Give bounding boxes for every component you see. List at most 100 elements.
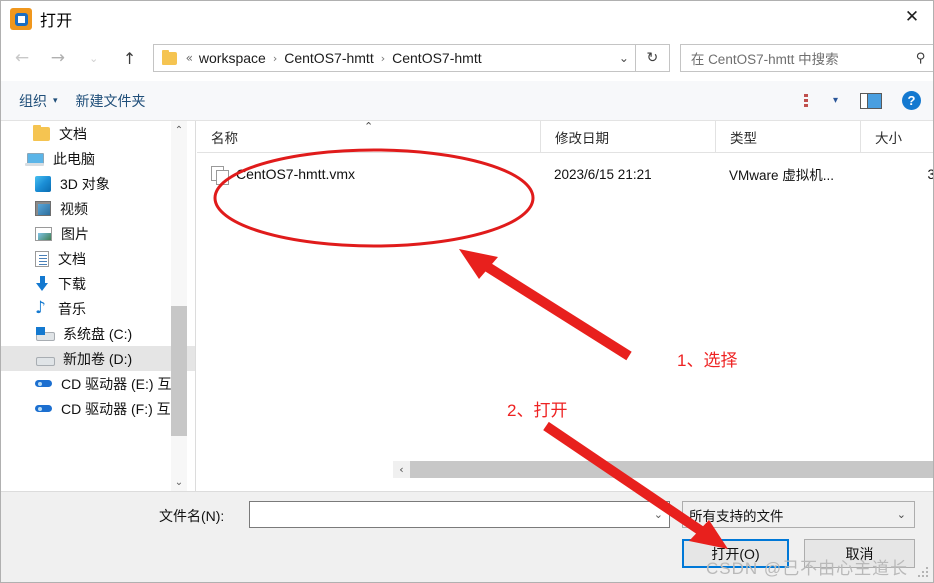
sidebar-item-downloads[interactable]: 下载 xyxy=(1,271,196,296)
chevron-right-icon: › xyxy=(272,51,278,65)
vmx-file-icon xyxy=(211,165,229,185)
filename-label: 文件名(N): xyxy=(159,508,225,524)
command-bar-right: ▾ ? xyxy=(803,91,933,110)
column-headers: 名称 ⌃ 修改日期 类型 大小 xyxy=(197,119,933,153)
videos-icon xyxy=(35,201,51,216)
sidebar-item-cd-drive-e[interactable]: CD 驱动器 (E:) 互 xyxy=(1,371,196,396)
filename-input[interactable]: ⌄ xyxy=(249,501,670,528)
forward-icon[interactable]: → xyxy=(43,43,73,73)
breadcrumb-item-2[interactable]: CentOS7-hmtt xyxy=(392,50,481,66)
up-icon[interactable]: ↑ xyxy=(115,43,145,73)
chevron-down-icon[interactable]: ▾ xyxy=(833,95,838,106)
open-file-dialog: 打开 ✕ ← → ⌄ ↑ « workspace › CentOS7-hmtt … xyxy=(0,0,934,583)
scrollbar-track[interactable] xyxy=(410,461,933,478)
annotation-step-1: 1、选择 xyxy=(677,351,738,370)
this-pc-icon xyxy=(25,152,44,166)
sidebar-item-label: 音乐 xyxy=(58,300,86,317)
organize-button[interactable]: 组织 ▾ xyxy=(19,91,58,111)
navigation-pane: 文档 此电脑 3D 对象 视频 图片 文档 下载 ♪ 音乐 系统盘 (C:) 新… xyxy=(1,121,196,491)
column-header-size[interactable]: 大小 xyxy=(860,120,933,153)
cd-drive-icon xyxy=(35,403,52,414)
sidebar-item-label: 3D 对象 xyxy=(60,175,110,192)
sidebar-item-music[interactable]: ♪ 音乐 xyxy=(1,296,196,321)
scrollbar-thumb[interactable] xyxy=(410,461,933,478)
sidebar-item-label: 此电脑 xyxy=(53,150,95,167)
scroll-down-icon[interactable]: ⌄ xyxy=(171,473,187,491)
3d-objects-icon xyxy=(35,175,51,192)
filetype-select[interactable]: 所有支持的文件 ⌄ xyxy=(682,501,915,528)
sidebar-item-system-drive-c[interactable]: 系统盘 (C:) xyxy=(1,321,196,346)
search-input[interactable]: 在 CentOS7-hmtt 中搜索 ⚲ xyxy=(679,44,933,72)
sidebar-item-label: 图片 xyxy=(61,225,89,242)
sidebar-item-pictures[interactable]: 图片 xyxy=(1,221,196,246)
back-icon[interactable]: ← xyxy=(7,43,37,73)
navigation-bar: ← → ⌄ ↑ « workspace › CentOS7-hmtt › Cen… xyxy=(1,37,933,79)
sidebar-item-label: CD 驱动器 (E:) 互 xyxy=(61,375,172,392)
chevron-down-icon[interactable]: ⌄ xyxy=(654,508,663,521)
new-folder-button[interactable]: 新建文件夹 xyxy=(76,91,146,111)
file-name-cell[interactable]: CentOS7-hmtt.vmx xyxy=(197,165,540,185)
chevron-down-icon: ⌄ xyxy=(896,508,906,521)
sidebar-item-documents[interactable]: 文档 xyxy=(1,246,196,271)
close-icon[interactable]: ✕ xyxy=(889,1,933,33)
watermark: CSDN @己不由心主道长 xyxy=(706,559,909,578)
sidebar-item-label: 系统盘 (C:) xyxy=(63,325,133,342)
system-drive-icon xyxy=(35,327,55,341)
organize-label: 组织 xyxy=(19,92,47,109)
dialog-body: 文档 此电脑 3D 对象 视频 图片 文档 下载 ♪ 音乐 系统盘 (C:) 新… xyxy=(1,119,933,491)
resize-grip[interactable] xyxy=(918,567,930,579)
folder-icon xyxy=(161,49,177,65)
breadcrumb-item-0[interactable]: workspace xyxy=(199,50,266,66)
sidebar-item-documents-quick[interactable]: 文档 xyxy=(1,121,196,146)
filetype-value: 所有支持的文件 xyxy=(689,508,784,524)
breadcrumb-overflow[interactable]: « xyxy=(186,51,193,65)
sidebar-item-label: 文档 xyxy=(58,250,86,267)
chevron-right-icon: › xyxy=(380,51,386,65)
pane-divider xyxy=(195,121,196,491)
sidebar-item-3d-objects[interactable]: 3D 对象 xyxy=(1,171,196,196)
sidebar-scrollbar[interactable]: ⌃ ⌄ xyxy=(171,121,187,491)
recent-locations-icon[interactable]: ⌄ xyxy=(79,43,109,73)
sidebar-item-label: 新加卷 (D:) xyxy=(63,350,133,367)
sidebar-item-cd-drive-f[interactable]: CD 驱动器 (F:) 互 xyxy=(1,396,196,421)
sidebar-item-volume-d[interactable]: 新加卷 (D:) xyxy=(1,346,196,371)
annotation-step-2: 2、打开 xyxy=(507,401,568,420)
sidebar-item-this-pc[interactable]: 此电脑 xyxy=(1,146,196,171)
title-bar: 打开 ✕ xyxy=(1,1,933,37)
command-bar: 组织 ▾ 新建文件夹 ▾ ? xyxy=(1,81,933,121)
scroll-up-icon[interactable]: ⌃ xyxy=(171,121,187,139)
downloads-icon xyxy=(35,275,49,292)
help-icon[interactable]: ? xyxy=(902,91,921,110)
sidebar-item-label: 文档 xyxy=(59,125,87,142)
sort-ascending-icon: ⌃ xyxy=(364,119,374,133)
sidebar-item-label: 视频 xyxy=(60,200,88,217)
sidebar-item-videos[interactable]: 视频 xyxy=(1,196,196,221)
scroll-left-icon[interactable]: ‹ xyxy=(393,461,410,478)
breadcrumb-item-1[interactable]: CentOS7-hmtt xyxy=(284,50,373,66)
search-icon[interactable]: ⚲ xyxy=(916,51,926,66)
column-header-type[interactable]: 类型 xyxy=(715,120,860,153)
file-size-cell: 3 xyxy=(860,167,933,182)
file-name-label: CentOS7-hmtt.vmx xyxy=(236,166,356,182)
sidebar-item-label: 下载 xyxy=(58,275,86,292)
drive-icon xyxy=(35,352,55,366)
horizontal-scrollbar[interactable]: ‹ › xyxy=(393,461,933,478)
pictures-icon xyxy=(35,226,52,241)
column-label: 名称 xyxy=(211,130,238,146)
refresh-icon[interactable]: ↻ xyxy=(635,44,670,72)
chevron-down-icon: ▾ xyxy=(53,95,58,106)
window-title: 打开 xyxy=(40,13,73,30)
folder-icon xyxy=(33,124,50,141)
column-header-modified[interactable]: 修改日期 xyxy=(540,120,715,153)
file-modified-cell: 2023/6/15 21:21 xyxy=(554,166,652,182)
preview-pane-icon[interactable] xyxy=(860,92,882,109)
cd-drive-icon xyxy=(35,378,52,389)
table-row[interactable]: CentOS7-hmtt.vmx 2023/6/15 21:21 VMware … xyxy=(197,162,933,186)
sidebar-item-label: CD 驱动器 (F:) 互 xyxy=(61,400,171,417)
file-list: 名称 ⌃ 修改日期 类型 大小 CentOS7-hmtt.vmx 2023/6/… xyxy=(197,119,933,491)
column-header-name[interactable]: 名称 ⌃ xyxy=(197,119,540,153)
chevron-down-icon[interactable]: ⌄ xyxy=(619,51,629,65)
breadcrumb[interactable]: « workspace › CentOS7-hmtt › CentOS7-hmt… xyxy=(152,44,636,72)
view-mode-icon[interactable] xyxy=(803,93,823,109)
scrollbar-thumb[interactable] xyxy=(171,306,187,436)
